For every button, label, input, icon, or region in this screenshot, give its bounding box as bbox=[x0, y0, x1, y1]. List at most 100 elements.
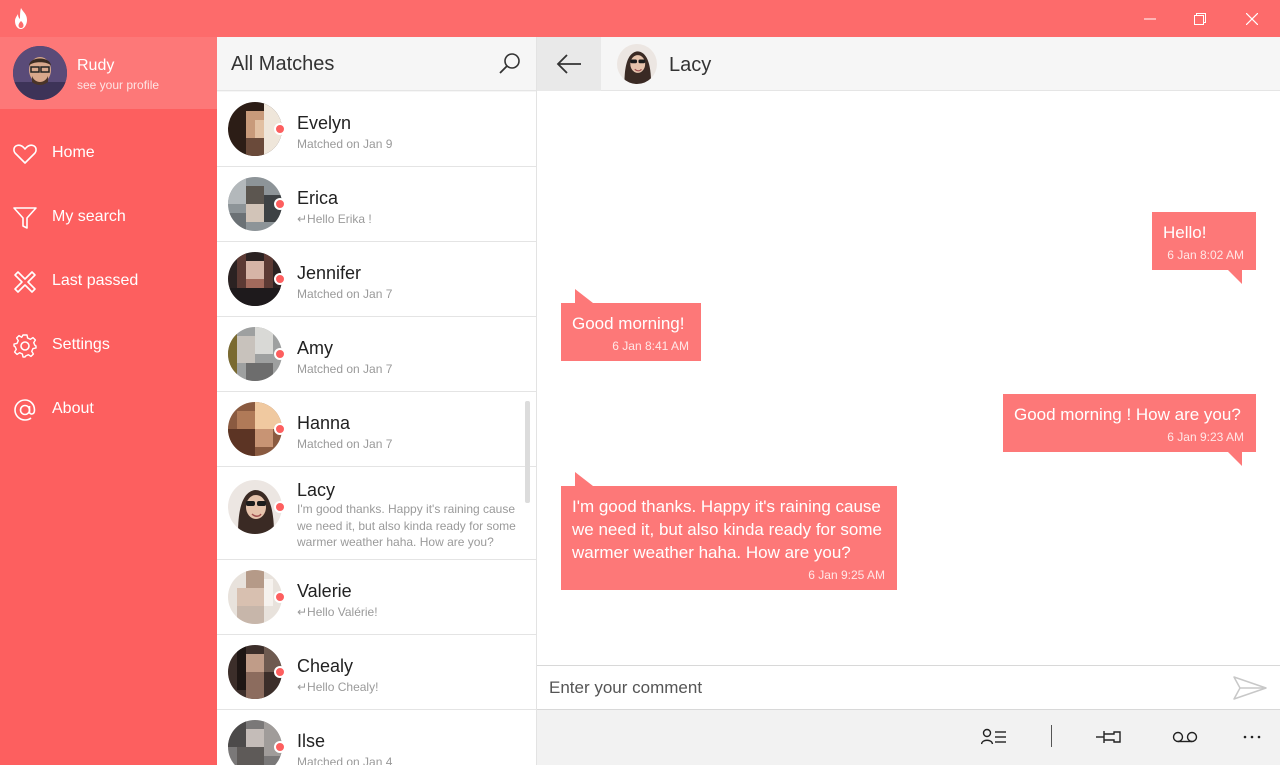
comment-input[interactable] bbox=[537, 666, 1217, 709]
action-separator bbox=[1051, 725, 1052, 747]
match-item-amy[interactable]: Amy Matched on Jan 7 bbox=[217, 317, 536, 392]
profile-name: Rudy bbox=[77, 57, 115, 74]
nav-my-search-label: My search bbox=[52, 208, 126, 225]
match-item-jennifer[interactable]: Jennifer Matched on Jan 7 bbox=[217, 242, 536, 317]
message-text: Good morning! bbox=[572, 314, 685, 333]
nav-about-label: About bbox=[52, 400, 94, 417]
message-time: 6 Jan 8:02 AM bbox=[1167, 248, 1244, 262]
message-time: 6 Jan 9:23 AM bbox=[1167, 430, 1244, 444]
conversation-header: Lacy bbox=[537, 37, 1280, 91]
profile-link[interactable]: see your profile bbox=[77, 78, 159, 92]
message-bubble-incoming: Good morning! 6 Jan 8:41 AM bbox=[561, 289, 701, 361]
online-dot bbox=[274, 198, 286, 210]
match-item-erica[interactable]: Erica ↵Hello Erika ! bbox=[217, 167, 536, 242]
match-item-evelyn[interactable]: Evelyn Matched on Jan 9 bbox=[217, 92, 536, 167]
close-button[interactable] bbox=[1226, 0, 1278, 37]
restore-icon bbox=[1194, 12, 1206, 25]
nav-home[interactable]: Home bbox=[0, 129, 217, 179]
nav-my-search[interactable]: My search bbox=[0, 193, 217, 243]
match-item-ilse[interactable]: Ilse Matched on Jan 4 bbox=[217, 710, 536, 765]
match-status: ↵Hello Erika ! bbox=[297, 212, 372, 226]
pin-icon bbox=[1096, 731, 1121, 743]
match-name: Jennifer bbox=[297, 263, 362, 283]
message-composer bbox=[537, 665, 1280, 710]
online-dot bbox=[274, 123, 286, 135]
cross-icon bbox=[14, 271, 36, 293]
match-status: ↵Hello Chealy! bbox=[297, 680, 379, 694]
match-status: I'm good thanks. Happy it's raining caus… bbox=[297, 502, 516, 549]
message-text: I'm good thanks. Happy it's raining caus… bbox=[572, 497, 882, 562]
sidebar: Rudy see your profile Home My search Las… bbox=[0, 37, 217, 765]
avatar bbox=[13, 46, 67, 100]
match-item-lacy[interactable]: Lacy I'm good thanks. Happy it's raining… bbox=[217, 467, 536, 560]
match-name: Chealy bbox=[297, 656, 354, 676]
voicemail-icon bbox=[1172, 731, 1198, 743]
nav-about[interactable]: About bbox=[0, 385, 217, 435]
heart-icon bbox=[13, 144, 37, 164]
match-status: Matched on Jan 7 bbox=[297, 437, 393, 451]
match-item-hanna[interactable]: Hanna Matched on Jan 7 bbox=[217, 392, 536, 467]
gear-icon bbox=[13, 334, 37, 358]
match-name: Amy bbox=[297, 338, 333, 358]
matches-panel: All Matches Evelyn Matched on Jan 9 Eric… bbox=[217, 37, 537, 765]
match-status: Matched on Jan 4 bbox=[297, 755, 393, 765]
match-name: Valerie bbox=[297, 581, 352, 601]
matches-scrollbar[interactable] bbox=[525, 401, 530, 503]
conversation-panel: Lacy Hello! 6 Jan 8:02 AM Good morning! … bbox=[537, 37, 1280, 765]
message-bubble-incoming: I'm good thanks. Happy it's raining caus… bbox=[561, 472, 897, 590]
flame-icon bbox=[15, 8, 27, 29]
online-dot bbox=[274, 666, 286, 678]
online-dot bbox=[274, 273, 286, 285]
minimize-icon bbox=[1144, 18, 1156, 19]
restore-button[interactable] bbox=[1174, 0, 1226, 37]
online-dot bbox=[274, 741, 286, 753]
minimize-button[interactable] bbox=[1124, 0, 1176, 37]
message-text: Good morning ! How are you? bbox=[1014, 405, 1241, 424]
match-name: Ilse bbox=[297, 731, 326, 751]
match-status: Matched on Jan 7 bbox=[297, 362, 393, 376]
nav-home-label: Home bbox=[52, 144, 95, 161]
match-name: Evelyn bbox=[297, 113, 352, 133]
send-icon[interactable] bbox=[1231, 674, 1269, 702]
matches-title: All Matches bbox=[231, 53, 335, 75]
matches-header: All Matches bbox=[217, 37, 536, 91]
message-text: Hello! bbox=[1163, 223, 1207, 242]
pin-button[interactable] bbox=[1095, 724, 1123, 750]
avatar bbox=[228, 720, 282, 765]
match-name: Erica bbox=[297, 188, 339, 208]
contact-name: Lacy bbox=[669, 54, 712, 76]
search-icon[interactable] bbox=[497, 51, 523, 77]
match-status: Matched on Jan 9 bbox=[297, 137, 393, 151]
match-item-chealy[interactable]: Chealy ↵Hello Chealy! bbox=[217, 635, 536, 710]
filter-icon bbox=[13, 207, 37, 229]
nav-settings-label: Settings bbox=[52, 336, 110, 353]
at-icon bbox=[14, 399, 36, 421]
contact-list-button[interactable] bbox=[980, 724, 1008, 750]
more-icon bbox=[1243, 735, 1261, 739]
close-icon bbox=[1246, 12, 1258, 25]
match-name: Lacy bbox=[297, 480, 336, 500]
voicemail-button[interactable] bbox=[1171, 724, 1199, 750]
message-time: 6 Jan 9:25 AM bbox=[808, 568, 885, 582]
more-button[interactable] bbox=[1238, 724, 1266, 750]
match-name: Hanna bbox=[297, 413, 351, 433]
online-dot bbox=[274, 348, 286, 360]
match-status: Matched on Jan 7 bbox=[297, 287, 393, 301]
avatar bbox=[617, 44, 657, 84]
message-time: 6 Jan 8:41 AM bbox=[612, 339, 689, 353]
online-dot bbox=[274, 591, 286, 603]
online-dot bbox=[274, 423, 286, 435]
profile-card[interactable]: Rudy see your profile bbox=[0, 37, 217, 109]
online-dot bbox=[274, 501, 286, 513]
back-button[interactable] bbox=[537, 37, 601, 91]
nav-last-passed-label: Last passed bbox=[52, 272, 139, 289]
nav-settings[interactable]: Settings bbox=[0, 321, 217, 371]
match-item-valerie[interactable]: Valerie ↵Hello Valérie! bbox=[217, 560, 536, 635]
action-bar bbox=[537, 710, 1280, 765]
nav-last-passed[interactable]: Last passed bbox=[0, 257, 217, 307]
title-bar bbox=[0, 0, 1280, 37]
message-bubble-outgoing: Good morning ! How are you? 6 Jan 9:23 A… bbox=[1003, 394, 1256, 466]
message-bubble-outgoing: Hello! 6 Jan 8:02 AM bbox=[1152, 212, 1256, 284]
match-status: ↵Hello Valérie! bbox=[297, 605, 378, 619]
contact-list-icon bbox=[981, 728, 1006, 745]
